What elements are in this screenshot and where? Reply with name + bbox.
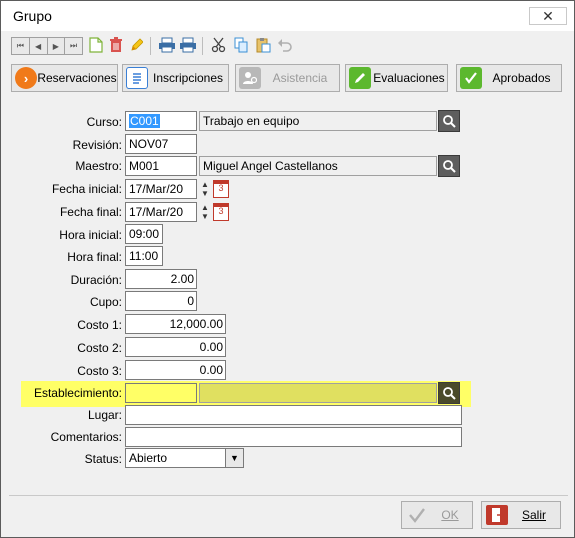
copy-icon[interactable] — [232, 36, 250, 54]
costo3-field[interactable]: 0.00 — [125, 360, 226, 380]
arrow-right-icon: › — [15, 67, 37, 89]
spin-up-icon[interactable]: ▲ — [201, 180, 209, 189]
establecimiento-label: Establecimiento: — [33, 386, 122, 400]
reservaciones-label: Reservaciones — [37, 71, 117, 85]
new-doc-icon[interactable] — [87, 36, 105, 54]
pencil-icon — [349, 67, 371, 89]
prev-record-button[interactable]: ◀ — [30, 38, 48, 54]
record-navigator: ⏮ ◀ ▶ ⏭ — [11, 37, 83, 55]
attendance-icon — [239, 67, 261, 89]
fecha-inicial-field[interactable]: 17/Mar/20 — [125, 179, 197, 199]
search-icon — [443, 115, 456, 128]
window-title: Grupo — [13, 8, 52, 24]
asistencia-label: Asistencia — [272, 71, 328, 85]
evaluaciones-button[interactable]: Evaluaciones — [345, 64, 448, 92]
edit-icon[interactable] — [127, 36, 145, 54]
next-record-button[interactable]: ▶ — [48, 38, 66, 54]
comentarios-label: Comentarios: — [50, 430, 122, 444]
spin-down-icon[interactable]: ▼ — [201, 212, 209, 221]
status-label: Status: — [84, 452, 122, 466]
maestro-name-field: Miguel Angel Castellanos — [199, 156, 437, 176]
asistencia-button[interactable]: Asistencia — [235, 64, 340, 92]
paste-icon[interactable] — [254, 36, 272, 54]
close-button[interactable]: ✕ — [529, 7, 567, 25]
cupo-label: Cupo: — [89, 295, 122, 309]
fecha-final-calendar-icon[interactable]: 3 — [213, 203, 229, 221]
spin-down-icon[interactable]: ▼ — [201, 189, 209, 198]
print-icon[interactable] — [158, 36, 176, 54]
inscripciones-button[interactable]: Inscripciones — [122, 64, 229, 92]
cut-icon[interactable] — [210, 36, 228, 54]
aprobados-label: Aprobados — [492, 71, 551, 85]
fecha-inicial-label: Fecha inicial: — [51, 182, 122, 196]
fecha-final-label: Fecha final: — [59, 205, 122, 219]
print-preview-icon[interactable] — [179, 36, 197, 54]
inscripciones-label: Inscripciones — [152, 71, 224, 85]
exit-door-icon — [486, 505, 508, 525]
costo3-label: Costo 3: — [77, 364, 122, 378]
dropdown-arrow-icon[interactable]: ▼ — [225, 449, 243, 467]
curso-label: Curso: — [86, 115, 122, 129]
hora-final-label: Hora final: — [67, 250, 122, 264]
ok-label: OK — [441, 508, 459, 522]
curso-code-field[interactable]: C001 — [125, 111, 197, 131]
fecha-inicial-calendar-icon[interactable]: 3 — [213, 180, 229, 198]
search-icon — [443, 160, 456, 173]
search-icon — [443, 387, 456, 400]
reservaciones-button[interactable]: › Reservaciones — [11, 64, 118, 92]
checkmark-icon — [406, 505, 428, 525]
checkmark-icon — [460, 67, 482, 89]
aprobados-button[interactable]: Aprobados — [456, 64, 562, 92]
last-record-button[interactable]: ⏭ — [65, 38, 82, 54]
establecimiento-code-field[interactable] — [125, 383, 197, 403]
duracion-field[interactable]: 2.00 — [125, 269, 197, 289]
hora-inicial-label: Hora inicial: — [59, 228, 122, 242]
title-bar: Grupo ✕ — [1, 1, 574, 31]
toolbar: ⏮ ◀ ▶ ⏭ — [9, 34, 568, 58]
costo2-field[interactable]: 0.00 — [125, 337, 226, 357]
lugar-field[interactable] — [125, 405, 462, 425]
document-list-icon — [126, 67, 148, 89]
fecha-inicial-spinner[interactable]: ▲ ▼ — [198, 179, 212, 199]
revision-field[interactable]: NOV07 — [125, 134, 197, 154]
salir-label: Salir — [521, 508, 546, 522]
establecimiento-name-field — [199, 383, 437, 403]
curso-search-button[interactable] — [438, 110, 460, 132]
fecha-final-spinner[interactable]: ▲ ▼ — [198, 202, 212, 222]
costo1-label: Costo 1: — [77, 318, 122, 332]
status-value: Abierto — [129, 451, 168, 465]
undo-icon[interactable] — [276, 36, 294, 54]
revision-label: Revisión: — [72, 138, 122, 152]
evaluaciones-label: Evaluaciones — [373, 71, 445, 85]
cupo-field[interactable]: 0 — [125, 291, 197, 311]
ok-button[interactable]: OK — [401, 501, 473, 529]
establecimiento-search-button[interactable] — [438, 382, 460, 404]
curso-code-value: C001 — [129, 114, 160, 128]
maestro-search-button[interactable] — [438, 155, 460, 177]
costo1-field[interactable]: 12,000.00 — [125, 314, 226, 334]
costo2-label: Costo 2: — [77, 341, 122, 355]
salir-button[interactable]: Salir — [481, 501, 561, 529]
comentarios-field[interactable] — [125, 427, 462, 447]
hora-inicial-field[interactable]: 09:00 — [125, 224, 163, 244]
toolbar-separator — [150, 37, 151, 55]
footer-bar: OK Salir — [9, 495, 568, 533]
first-record-button[interactable]: ⏮ — [12, 38, 30, 54]
action-bar: › Reservaciones Inscripciones Asistencia… — [9, 64, 568, 92]
lugar-label: Lugar: — [87, 408, 122, 422]
delete-icon[interactable] — [107, 36, 125, 54]
hora-final-field[interactable]: 11:00 — [125, 246, 163, 266]
maestro-code-field[interactable]: M001 — [125, 156, 197, 176]
maestro-label: Maestro: — [75, 159, 122, 173]
status-select[interactable]: Abierto ▼ — [125, 448, 244, 468]
fecha-final-field[interactable]: 17/Mar/20 — [125, 202, 197, 222]
curso-name-field: Trabajo en equipo — [199, 111, 437, 131]
spin-up-icon[interactable]: ▲ — [201, 203, 209, 212]
toolbar-separator — [202, 37, 203, 55]
grupo-window: Grupo ✕ ⏮ ◀ ▶ ⏭ › Reservaciones Inscripc… — [0, 0, 575, 538]
duracion-label: Duración: — [70, 273, 122, 287]
